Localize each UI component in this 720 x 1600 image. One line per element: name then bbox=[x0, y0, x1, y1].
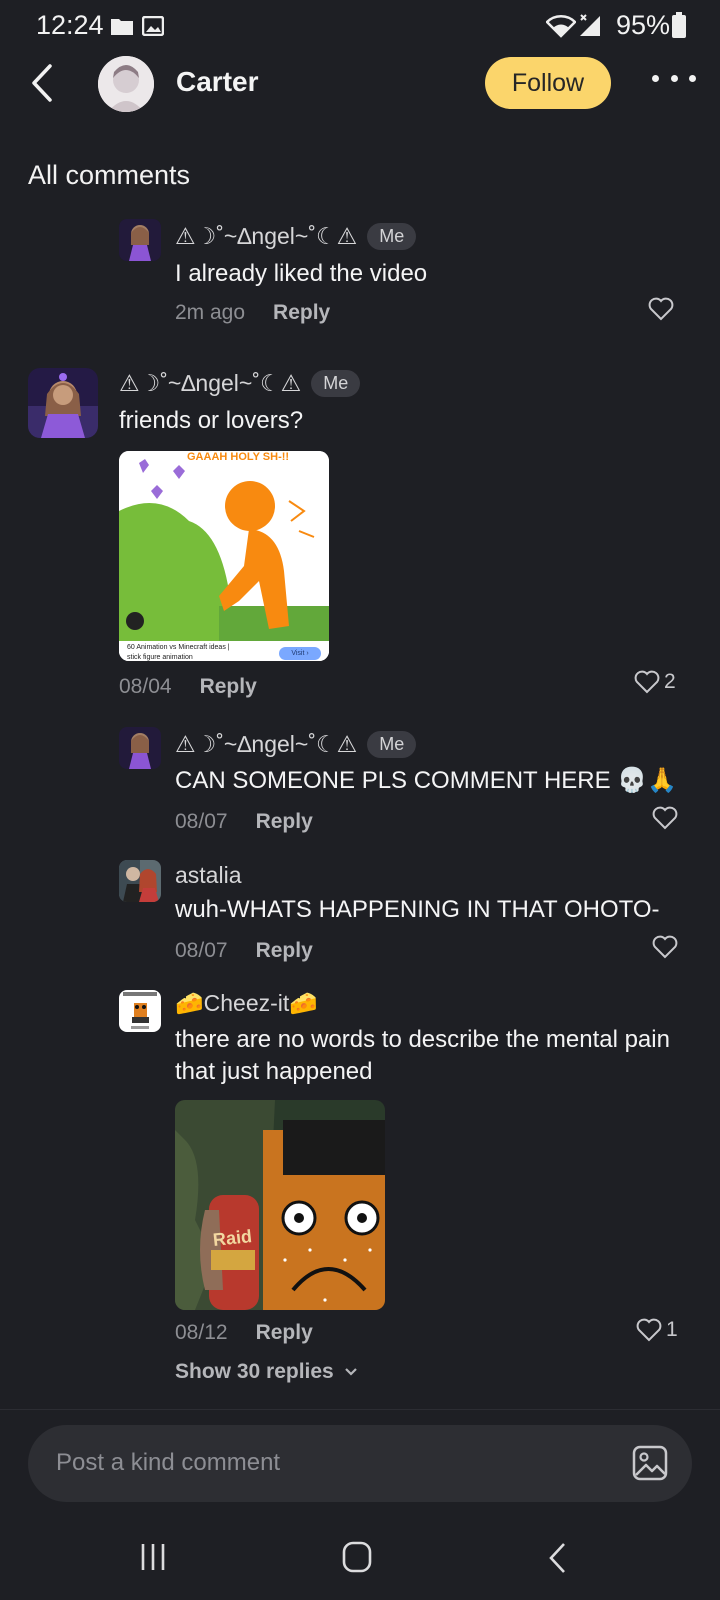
comment-text-line-2: that just happened bbox=[175, 1058, 373, 1085]
can-label: Raid bbox=[212, 1226, 253, 1250]
heart-outline-icon bbox=[634, 670, 660, 694]
system-nav-bar bbox=[0, 1530, 720, 1590]
attachment-picture bbox=[175, 1100, 385, 1310]
commenter-avatar[interactable] bbox=[119, 219, 161, 261]
commenter-avatar[interactable] bbox=[119, 727, 161, 769]
comment-meta: 08/12 Reply bbox=[175, 1321, 313, 1345]
username-text: ⚠︎☽˚~∆ngel~˚☾⚠︎ bbox=[175, 223, 358, 249]
attach-image-button[interactable] bbox=[630, 1443, 670, 1483]
chevron-left-icon bbox=[32, 64, 52, 102]
battery-icon bbox=[672, 12, 686, 38]
comment-text-line-1: there are no words to describe the menta… bbox=[175, 1026, 670, 1053]
section-title: All comments bbox=[28, 160, 191, 190]
signal-icon bbox=[580, 14, 600, 36]
me-badge: Me bbox=[367, 731, 417, 758]
wifi-icon bbox=[546, 15, 576, 38]
comment-meta: 08/04 Reply bbox=[119, 675, 257, 699]
reply-button[interactable]: Reply bbox=[256, 939, 313, 963]
like-count: 1 bbox=[666, 1318, 678, 1341]
comment-image-attachment[interactable]: GAAAH HOLY SH-!! 60 Animation vs Minecra… bbox=[119, 451, 329, 661]
comment-input[interactable]: Post a kind comment bbox=[28, 1425, 692, 1502]
attachment-visit-button[interactable]: Visit › bbox=[279, 647, 321, 660]
gallery-icon bbox=[142, 16, 164, 36]
username-text: ⚠︎☽˚~∆ngel~˚☾⚠︎ bbox=[175, 731, 358, 757]
username-text: ⚠︎☽˚~∆ngel~˚☾⚠︎ bbox=[119, 370, 302, 396]
comment-username[interactable]: ⚠︎☽˚~∆ngel~˚☾⚠︎ Me bbox=[175, 223, 417, 250]
reply-button[interactable]: Reply bbox=[273, 301, 330, 325]
comment-input-placeholder: Post a kind comment bbox=[56, 1449, 281, 1476]
commenter-avatar[interactable] bbox=[119, 860, 161, 902]
show-replies-label: Show 30 replies bbox=[175, 1360, 334, 1383]
comment-meta: 2m ago Reply bbox=[175, 301, 330, 325]
commenter-avatar[interactable] bbox=[28, 368, 98, 438]
comment-meta: 08/07 Reply bbox=[175, 810, 313, 834]
back-button[interactable] bbox=[22, 60, 62, 106]
attachment-caption: GAAAH HOLY SH-!! bbox=[187, 451, 290, 463]
reply-button[interactable]: Reply bbox=[256, 810, 313, 834]
like-count: 2 bbox=[664, 670, 676, 693]
attachment-footer-title: 60 Animation vs Minecraft ideas | bbox=[127, 644, 230, 651]
attachment-footer-subtitle: stick figure animation bbox=[127, 654, 193, 661]
like-button[interactable] bbox=[648, 297, 674, 321]
profile-name[interactable]: Carter bbox=[176, 66, 258, 98]
reply-button[interactable]: Reply bbox=[200, 675, 257, 699]
chevron-down-icon bbox=[344, 1368, 357, 1376]
status-time: 12:24 bbox=[36, 10, 104, 40]
attachment-picture bbox=[119, 451, 329, 661]
battery-percent: 95% bbox=[616, 10, 671, 40]
follow-button[interactable]: Follow bbox=[485, 57, 611, 109]
comment-time: 08/07 bbox=[175, 939, 228, 962]
show-replies-button[interactable]: Show 30 replies bbox=[175, 1360, 358, 1384]
comment-time: 08/04 bbox=[119, 675, 172, 698]
comment-username[interactable]: 🧀Cheez-it🧀 bbox=[175, 990, 318, 1017]
comment-image-attachment[interactable]: Raid bbox=[175, 1100, 385, 1310]
comment-username[interactable]: ⚠︎☽˚~∆ngel~˚☾⚠︎ Me bbox=[175, 731, 417, 758]
commenter-avatar[interactable] bbox=[119, 990, 161, 1032]
username-text: astalia bbox=[175, 862, 242, 888]
divider bbox=[0, 1409, 720, 1410]
comment-username[interactable]: ⚠︎☽˚~∆ngel~˚☾⚠︎ Me bbox=[119, 370, 361, 397]
comment-time: 08/07 bbox=[175, 810, 228, 833]
folder-icon bbox=[111, 19, 133, 35]
username-text: 🧀Cheez-it🧀 bbox=[175, 990, 318, 1016]
more-dots-icon[interactable] bbox=[652, 66, 696, 90]
comment-text: wuh-WHATS HAPPENING IN THAT OHOTO- bbox=[175, 896, 660, 923]
comment-time: 2m ago bbox=[175, 301, 246, 324]
like-button[interactable] bbox=[652, 806, 678, 830]
comment-text: CAN SOMEONE PLS COMMENT HERE 💀🙏 bbox=[175, 767, 678, 794]
me-badge: Me bbox=[367, 223, 417, 250]
heart-outline-icon bbox=[652, 935, 678, 959]
back-nav-icon[interactable] bbox=[548, 1542, 568, 1574]
image-icon bbox=[632, 1445, 668, 1481]
me-badge: Me bbox=[311, 370, 361, 397]
heart-outline-icon bbox=[648, 297, 674, 321]
comment-username[interactable]: astalia bbox=[175, 862, 241, 889]
like-button[interactable]: 1 bbox=[636, 1318, 678, 1342]
comment-meta: 08/07 Reply bbox=[175, 939, 313, 963]
reply-button[interactable]: Reply bbox=[256, 1321, 313, 1345]
like-button[interactable] bbox=[652, 935, 678, 959]
heart-outline-icon bbox=[652, 806, 678, 830]
like-button[interactable]: 2 bbox=[634, 670, 676, 694]
profile-avatar[interactable] bbox=[98, 56, 154, 112]
comment-text: I already liked the video bbox=[175, 260, 428, 287]
heart-outline-icon bbox=[636, 1318, 662, 1342]
home-icon[interactable] bbox=[342, 1541, 372, 1573]
comment-time: 08/12 bbox=[175, 1321, 228, 1344]
comment-text: friends or lovers? bbox=[119, 407, 304, 434]
recent-apps-icon[interactable] bbox=[138, 1542, 168, 1572]
